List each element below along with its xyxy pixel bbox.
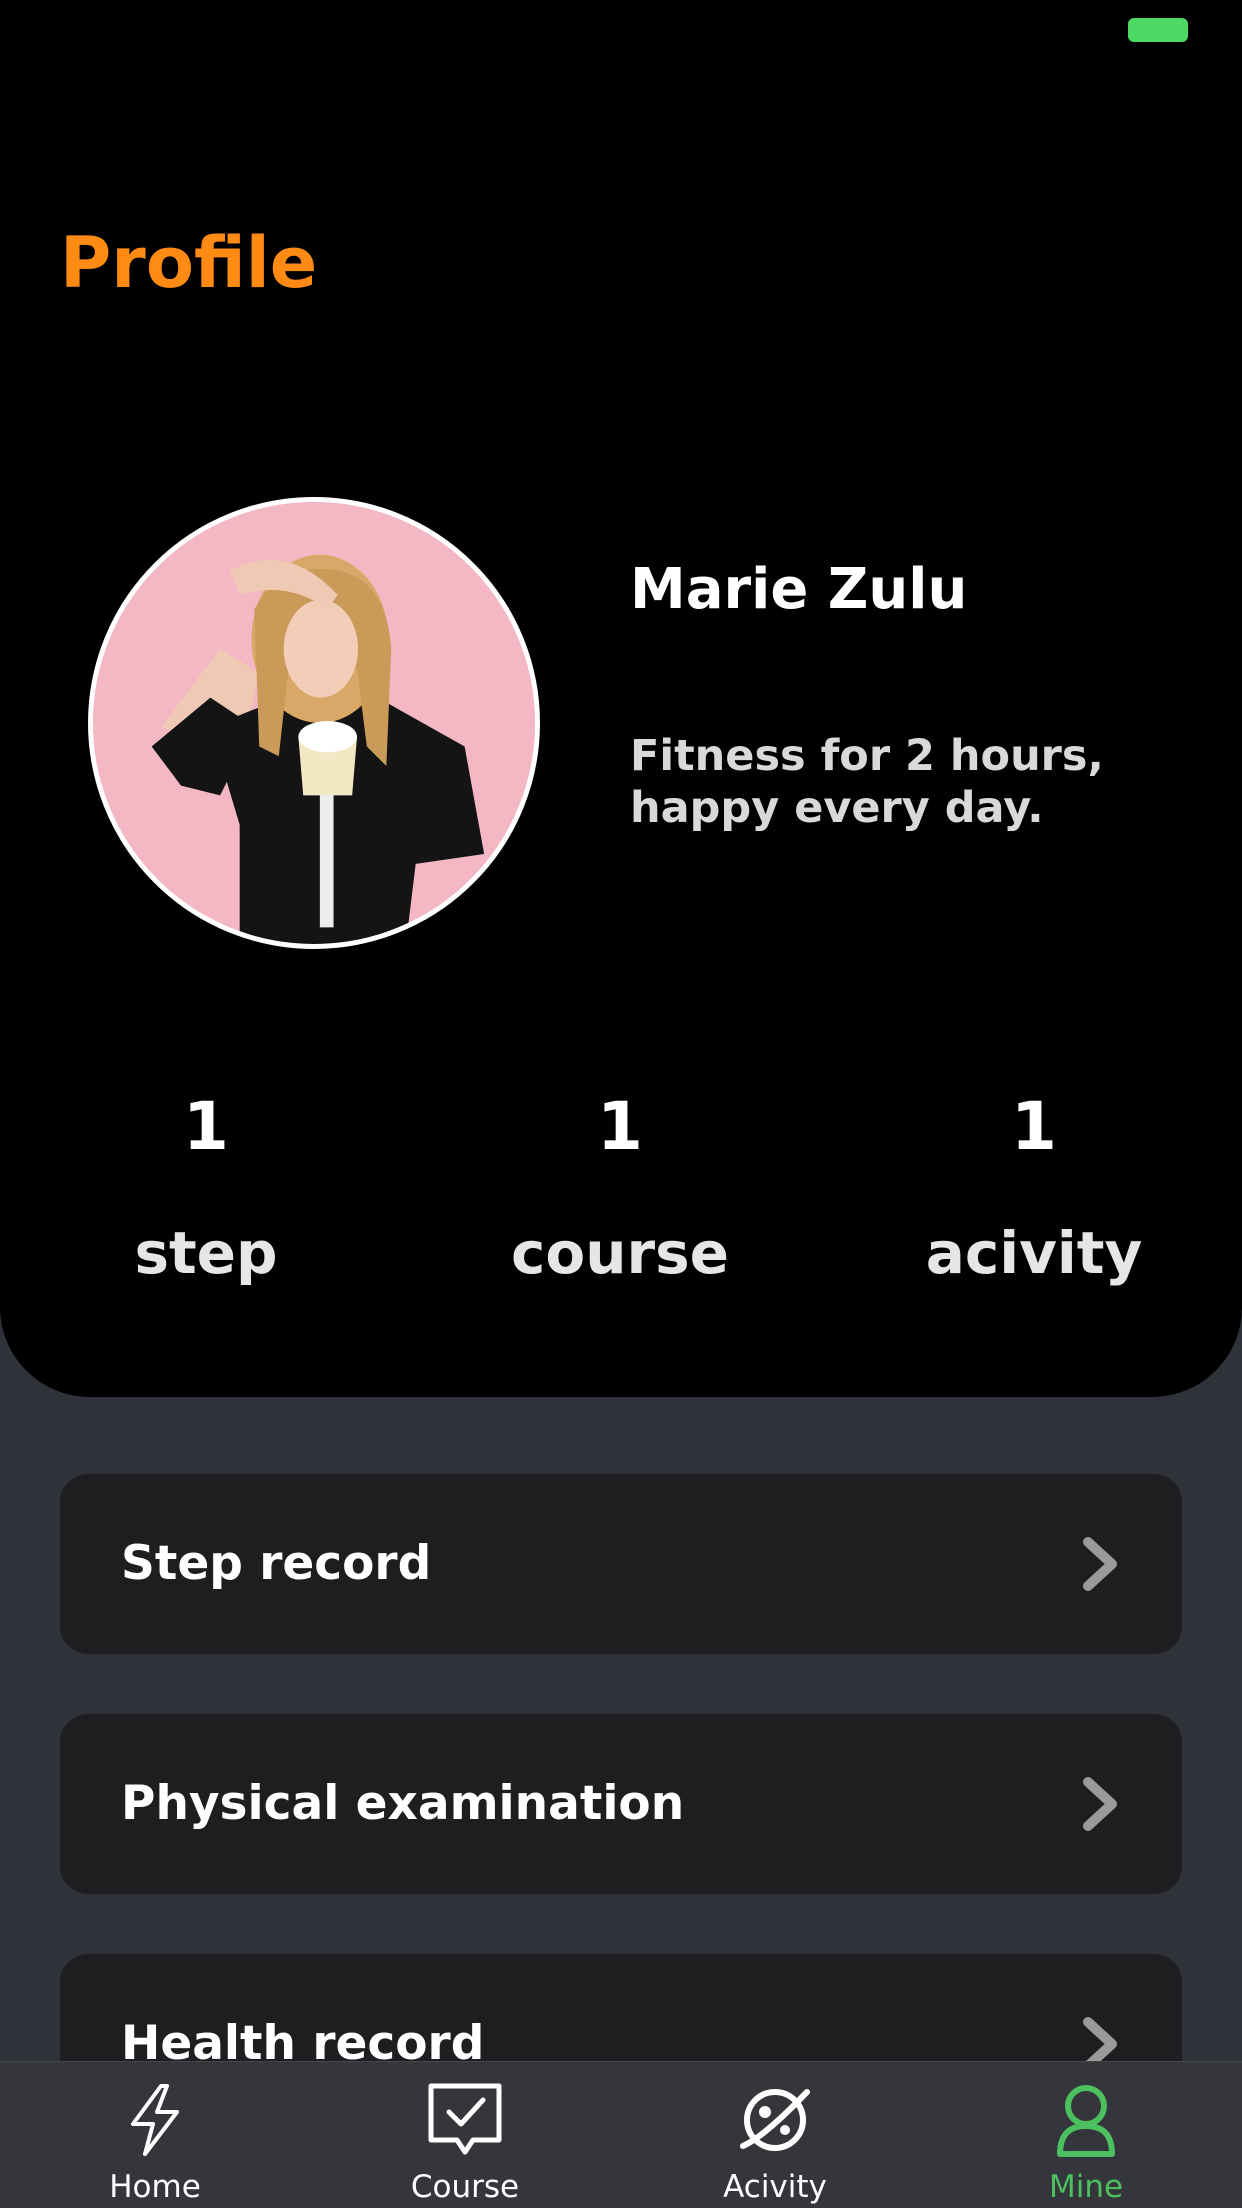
tab-label: Mine [1048, 2169, 1124, 2205]
stat-step[interactable]: 1 step [56, 1082, 356, 1282]
battery-icon [1128, 18, 1188, 42]
tab-home[interactable]: Home [55, 2062, 255, 2208]
stat-label: acivity [925, 1219, 1143, 1287]
chevron-right-icon [1083, 1537, 1117, 1591]
planet-icon [740, 2089, 810, 2151]
user-bio: Fitness for 2 hours, happy every day. [630, 731, 1104, 833]
avatar-photo [93, 502, 535, 944]
user-name: Marie Zulu [630, 557, 968, 622]
profile-header-card: Profile Marie Zulu Fitness for 2 hours, … [0, 0, 1242, 1397]
tab-bar: Home Course Acivity Mine [0, 2061, 1242, 2208]
stat-course[interactable]: 1 course [470, 1082, 770, 1282]
menu-item-physical-examination[interactable]: Physical examination [60, 1714, 1182, 1894]
stat-value: 1 [1011, 1088, 1057, 1165]
tab-label: Course [410, 2169, 520, 2205]
menu-item-step-record[interactable]: Step record [60, 1474, 1182, 1654]
page-title: Profile [60, 222, 318, 304]
checklist-chat-icon [428, 2083, 502, 2155]
tab-label: Acivity [723, 2169, 827, 2205]
menu-item-label: Step record [121, 1536, 432, 1591]
stat-label: course [511, 1219, 729, 1287]
person-icon [1057, 2085, 1115, 2157]
stat-label: step [134, 1219, 278, 1287]
tab-mine[interactable]: Mine [986, 2062, 1186, 2208]
stat-value: 1 [597, 1088, 643, 1165]
lightning-icon [131, 2084, 179, 2156]
avatar[interactable] [88, 497, 540, 949]
menu-item-label: Physical examination [121, 1776, 685, 1831]
stat-value: 1 [183, 1088, 229, 1165]
chevron-right-icon [1083, 1777, 1117, 1831]
tab-activity[interactable]: Acivity [675, 2062, 875, 2208]
tab-label: Home [109, 2169, 201, 2205]
stat-activity[interactable]: 1 acivity [884, 1082, 1184, 1282]
tab-course[interactable]: Course [365, 2062, 565, 2208]
profile-screen: Profile Marie Zulu Fitness for 2 hours, … [0, 0, 1242, 2208]
